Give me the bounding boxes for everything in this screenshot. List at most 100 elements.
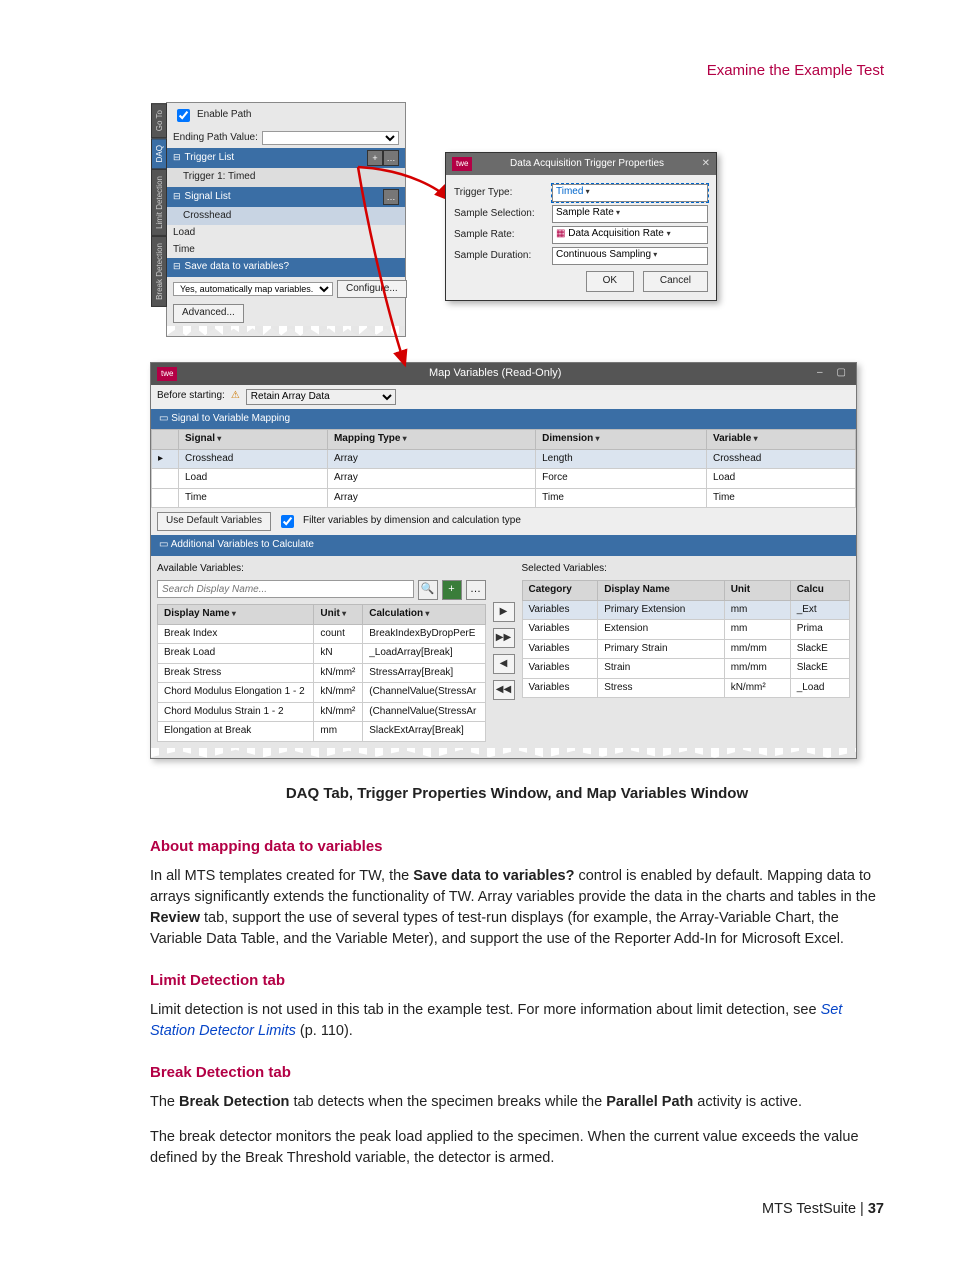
col-calculation[interactable]: Calculation [363,605,485,625]
enable-path-row: Enable Path [167,103,405,128]
mapvar-titlebar: twe Map Variables (Read-Only) – ▢ [151,363,856,385]
add-icon[interactable]: + [367,150,383,166]
paragraph: The break detector monitors the peak loa… [150,1127,884,1169]
col-unit[interactable]: Unit [724,581,790,601]
ending-path-select[interactable] [262,131,399,145]
filter-bar: Use Default Variables Filter variables b… [151,508,856,535]
move-left-button[interactable]: ◀ [493,654,515,674]
sample-duration-label: Sample Duration: [454,249,546,264]
table-row[interactable]: Chord Modulus Elongation 1 - 2kN/mm²(Cha… [158,683,486,703]
daq-panel: Go To DAQ Limit Detection Break Detectio… [166,102,406,337]
col-mapping[interactable]: Mapping Type [327,430,535,450]
col-calc[interactable]: Calcu [790,581,849,601]
heading-break-detection: Break Detection tab [150,1062,884,1084]
selected-label: Selected Variables: [522,562,851,577]
table-row[interactable]: Break StresskN/mm²StressArray[Break] [158,663,486,683]
enable-path-checkbox[interactable] [177,109,190,122]
advanced-button[interactable]: Advanced... [173,304,244,323]
trigger-item[interactable]: Trigger 1: Timed [167,168,405,187]
sample-duration-select[interactable]: Continuous Sampling [552,247,708,265]
table-row[interactable]: VariablesExtensionmmPrima [522,620,850,640]
ending-path-row: Ending Path Value: [167,128,405,149]
configure-button[interactable]: Configure... [337,280,407,299]
close-icon[interactable]: ✕ [702,157,710,172]
signal-more-icon[interactable]: … [383,189,399,205]
sample-rate-label: Sample Rate: [454,228,546,243]
selected-variables-table: Category Display Name Unit Calcu Variabl… [522,580,851,698]
minimize-icon[interactable]: – [813,366,827,381]
table-row[interactable]: Break IndexcountBreakIndexByDropPerE [158,624,486,644]
before-starting-label: Before starting: [157,389,225,404]
table-row[interactable]: LoadArray ForceLoad [152,469,856,489]
signal-list-header[interactable]: Signal List … [167,187,405,207]
more-icon[interactable]: … [466,580,486,600]
col-signal[interactable]: Signal [179,430,328,450]
save-data-row: Yes, automatically map variables. Config… [167,277,405,302]
collapse-icon[interactable] [173,260,185,275]
more-icon[interactable]: … [383,150,399,166]
signal-item[interactable]: Crosshead [167,207,405,226]
save-data-title: Save data to variables? [185,260,399,275]
page-footer: MTS TestSuite | 37 [150,1199,884,1220]
available-column: Available Variables: 🔍 + … Display Name … [157,562,486,742]
table-row[interactable]: TimeArray TimeTime [152,488,856,508]
table-row[interactable]: VariablesStresskN/mm²_Load [522,678,850,698]
sample-rate-select[interactable]: ▦ Data Acquisition Rate [552,226,708,244]
signal-item[interactable]: Time [167,242,405,259]
move-all-left-button[interactable]: ◀◀ [493,680,515,700]
col-dimension[interactable]: Dimension [536,430,707,450]
sample-selection-select[interactable]: Sample Rate [552,205,708,223]
cancel-button[interactable]: Cancel [643,271,708,292]
signal-item[interactable]: Load [167,225,405,242]
filter-label: Filter variables by dimension and calcul… [303,514,521,529]
search-icon[interactable]: 🔍 [418,580,438,600]
collapse-icon[interactable] [173,190,185,205]
collapse-icon[interactable] [173,151,185,166]
trigger-list-title: Trigger List [185,151,367,166]
trigger-type-select[interactable]: Timed [552,184,708,202]
paragraph: The Break Detection tab detects when the… [150,1092,884,1113]
table-row[interactable]: Elongation at BreakmmSlackExtArray[Break… [158,722,486,742]
before-starting-select[interactable]: Retain Array Data [246,389,396,405]
maximize-icon[interactable]: ▢ [833,366,850,381]
col-display-name[interactable]: Display Name [598,581,724,601]
add-variable-icon[interactable]: + [442,580,462,600]
tab-goto[interactable]: Go To [151,103,167,138]
ok-button[interactable]: OK [586,271,634,292]
torn-edge [167,326,405,336]
ending-path-label: Ending Path Value: [173,131,258,146]
figure-screenshots: Go To DAQ Limit Detection Break Detectio… [150,102,884,759]
tab-daq[interactable]: DAQ [151,138,167,169]
save-data-header[interactable]: Save data to variables? [167,258,405,277]
table-row[interactable]: VariablesPrimary Strainmm/mmSlackE [522,639,850,659]
table-row[interactable]: Break LoadkN_LoadArray[Break] [158,644,486,664]
col-display-name[interactable]: Display Name [158,605,314,625]
section-additional-vars-title: Additional Variables to Calculate [171,539,314,550]
trigger-list-header[interactable]: Trigger List + … [167,148,405,168]
tab-break-detection[interactable]: Break Detection [151,236,167,307]
move-all-right-button[interactable]: ▶▶ [493,628,515,648]
section-signal-mapping: ▭ Signal to Variable Mapping [151,409,856,430]
table-row[interactable]: ▸ CrossheadArray LengthCrosshead [152,449,856,469]
torn-edge [151,748,856,758]
use-default-variables-button[interactable]: Use Default Variables [157,512,271,531]
col-variable[interactable]: Variable [706,430,855,450]
move-right-button[interactable]: ▶ [493,602,515,622]
dialog-body: Trigger Type: Timed Sample Selection: Sa… [446,175,716,300]
filter-checkbox[interactable] [281,515,294,528]
section-signal-mapping-title: Signal to Variable Mapping [171,413,290,424]
col-unit[interactable]: Unit [314,605,363,625]
table-row[interactable]: Chord Modulus Strain 1 - 2kN/mm²(Channel… [158,702,486,722]
search-input[interactable] [157,580,414,598]
advanced-row: Advanced... [167,301,405,326]
table-row[interactable]: VariablesPrimary Extensionmm_Ext [522,600,850,620]
trigger-properties-dialog: twe Data Acquisition Trigger Properties … [445,152,717,301]
tab-limit-detection[interactable]: Limit Detection [151,169,167,236]
table-row[interactable]: VariablesStrainmm/mmSlackE [522,659,850,679]
col-category[interactable]: Category [522,581,598,601]
signal-mapping-table: Signal Mapping Type Dimension Variable ▸… [151,429,856,508]
save-data-select[interactable]: Yes, automatically map variables. [173,282,333,296]
app-badge-icon: twe [157,367,177,381]
heading-limit-detection: Limit Detection tab [150,970,884,992]
app-badge-icon: twe [452,157,472,171]
